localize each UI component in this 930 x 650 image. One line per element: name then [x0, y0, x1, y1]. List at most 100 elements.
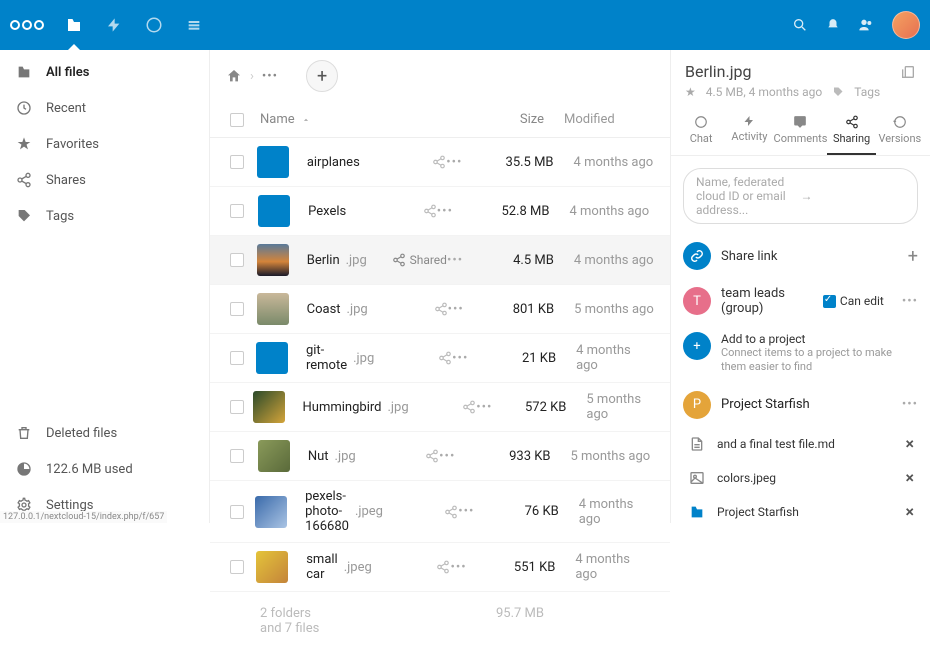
share-search-input[interactable]: Name, federated cloud ID or email addres… [683, 168, 918, 224]
arrow-right-icon[interactable]: → [801, 189, 906, 203]
row-more-icon[interactable]: ••• [450, 560, 466, 575]
share-cell[interactable] [356, 449, 440, 463]
sidebar-item-shares[interactable]: Shares [0, 162, 209, 198]
row-more-icon[interactable]: ••• [476, 400, 492, 415]
share-entry: T team leads (group) Can edit ••• [683, 278, 918, 324]
share-icon[interactable] [434, 302, 448, 316]
file-row[interactable]: Coast.jpg•••801 KB5 months ago [210, 285, 670, 334]
nav-activity-icon[interactable] [94, 0, 134, 50]
share-icon[interactable] [444, 505, 458, 519]
share-link-row[interactable]: Share link + [683, 234, 918, 278]
row-more-icon[interactable]: ••• [448, 302, 464, 317]
project-header[interactable]: P Project Starfish ••• [671, 383, 930, 427]
details-meta: ★ 4.5 MB, 4 months ago Tags [685, 85, 916, 99]
file-thumbnail [256, 551, 288, 583]
row-checkbox[interactable] [230, 351, 244, 365]
contacts-icon[interactable] [858, 17, 874, 33]
row-more-icon[interactable]: ••• [447, 253, 463, 268]
breadcrumb-more-icon[interactable]: ••• [262, 69, 278, 84]
tag-icon[interactable] [832, 86, 844, 98]
nav-files-icon[interactable] [54, 0, 94, 50]
row-checkbox[interactable] [230, 560, 244, 574]
share-icon[interactable] [425, 449, 439, 463]
column-modified[interactable]: Modified [544, 112, 654, 127]
share-icon[interactable] [436, 560, 450, 574]
add-button[interactable]: + [306, 60, 338, 92]
column-name[interactable]: Name [260, 112, 334, 127]
row-more-icon[interactable]: ••• [458, 504, 474, 519]
breadcrumb-home-icon[interactable] [226, 68, 242, 84]
sidebar-item-favorites[interactable]: Favorites [0, 126, 209, 162]
sidebar-item-all-files[interactable]: All files [0, 54, 209, 90]
file-name: Hummingbird [303, 400, 382, 415]
file-row[interactable]: Nut.jpg•••933 KB5 months ago [210, 432, 670, 481]
column-size[interactable]: Size [454, 112, 544, 127]
add-to-project[interactable]: + Add to a project Connect items to a pr… [683, 324, 918, 383]
add-link-icon[interactable]: + [908, 246, 918, 267]
tab-sharing[interactable]: Sharing [827, 107, 875, 155]
row-more-icon[interactable]: ••• [452, 351, 468, 366]
file-row[interactable]: airplanes•••35.5 MB4 months ago [210, 138, 670, 187]
row-more-icon[interactable]: ••• [437, 204, 453, 219]
share-icon[interactable] [432, 155, 446, 169]
share-cell[interactable] [368, 302, 448, 316]
row-checkbox[interactable] [230, 302, 244, 316]
project-item[interactable]: colors.jpeg× [683, 461, 918, 495]
row-checkbox[interactable] [230, 204, 244, 218]
nav-other-icon[interactable] [174, 0, 214, 50]
tab-activity[interactable]: Activity [725, 107, 773, 155]
row-more-icon[interactable]: ••• [439, 449, 455, 464]
share-icon[interactable] [423, 204, 437, 218]
share-cell[interactable] [372, 560, 451, 574]
tab-chat[interactable]: Chat [677, 107, 725, 155]
share-cell[interactable] [409, 400, 477, 414]
can-edit-checkbox[interactable]: Can edit [823, 294, 884, 308]
row-checkbox[interactable] [230, 449, 244, 463]
sidebar-item-recent[interactable]: Recent [0, 90, 209, 126]
project-item[interactable]: Project Starfish× [683, 495, 918, 523]
share-avatar: T [683, 287, 711, 315]
clipboard-icon[interactable] [900, 64, 916, 80]
row-more-icon[interactable]: ••• [446, 155, 462, 170]
file-row[interactable]: Hummingbird.jpg•••572 KB5 months ago [210, 383, 670, 432]
tab-versions[interactable]: Versions [876, 107, 924, 155]
row-checkbox[interactable] [230, 155, 244, 169]
tab-comments[interactable]: Comments [774, 107, 828, 155]
share-more-icon[interactable]: ••• [902, 294, 918, 309]
share-cell[interactable] [366, 155, 446, 169]
file-modified: 4 months ago [554, 155, 654, 170]
share-icon[interactable] [462, 400, 476, 414]
user-avatar[interactable] [892, 11, 920, 39]
sidebar-item-tags[interactable]: Tags [0, 198, 209, 234]
notifications-icon[interactable] [826, 18, 840, 32]
project-item[interactable]: and a final test file.md× [683, 427, 918, 461]
file-row[interactable]: Berlin.jpgShared•••4.5 MB4 months ago [210, 236, 670, 285]
nav-gallery-icon[interactable] [134, 0, 174, 50]
project-more-icon[interactable]: ••• [902, 397, 918, 412]
select-all-checkbox[interactable] [230, 113, 244, 127]
file-row[interactable]: git-remote.jpg•••21 KB4 months ago [210, 334, 670, 383]
search-icon[interactable] [792, 17, 808, 33]
star-icon[interactable]: ★ [685, 85, 696, 99]
share-cell[interactable] [374, 351, 452, 365]
file-row[interactable]: Pexels•••52.8 MB4 months ago [210, 187, 670, 236]
share-cell[interactable] [383, 505, 458, 519]
row-checkbox[interactable] [230, 400, 244, 414]
app-logo[interactable] [10, 20, 44, 30]
file-thumbnail [257, 293, 289, 325]
remove-icon[interactable]: × [906, 434, 915, 453]
remove-icon[interactable]: × [906, 502, 915, 521]
sidebar-deleted-files[interactable]: Deleted files [0, 415, 209, 451]
remove-icon[interactable]: × [906, 468, 915, 487]
share-icon[interactable] [438, 351, 452, 365]
row-checkbox[interactable] [230, 253, 244, 267]
file-row[interactable]: small car.jpeg•••551 KB4 months ago [210, 543, 670, 592]
quota-text: 122.6 MB used [46, 462, 133, 477]
file-row[interactable]: pexels-photo-166680.jpeg•••76 KB4 months… [210, 481, 670, 543]
file-size: 801 KB [474, 302, 554, 317]
row-checkbox[interactable] [230, 505, 244, 519]
details-title: Berlin.jpg [685, 62, 752, 81]
table-header: Name Size Modified [210, 102, 670, 138]
share-cell[interactable]: Shared [367, 253, 447, 267]
share-cell[interactable] [352, 204, 437, 218]
